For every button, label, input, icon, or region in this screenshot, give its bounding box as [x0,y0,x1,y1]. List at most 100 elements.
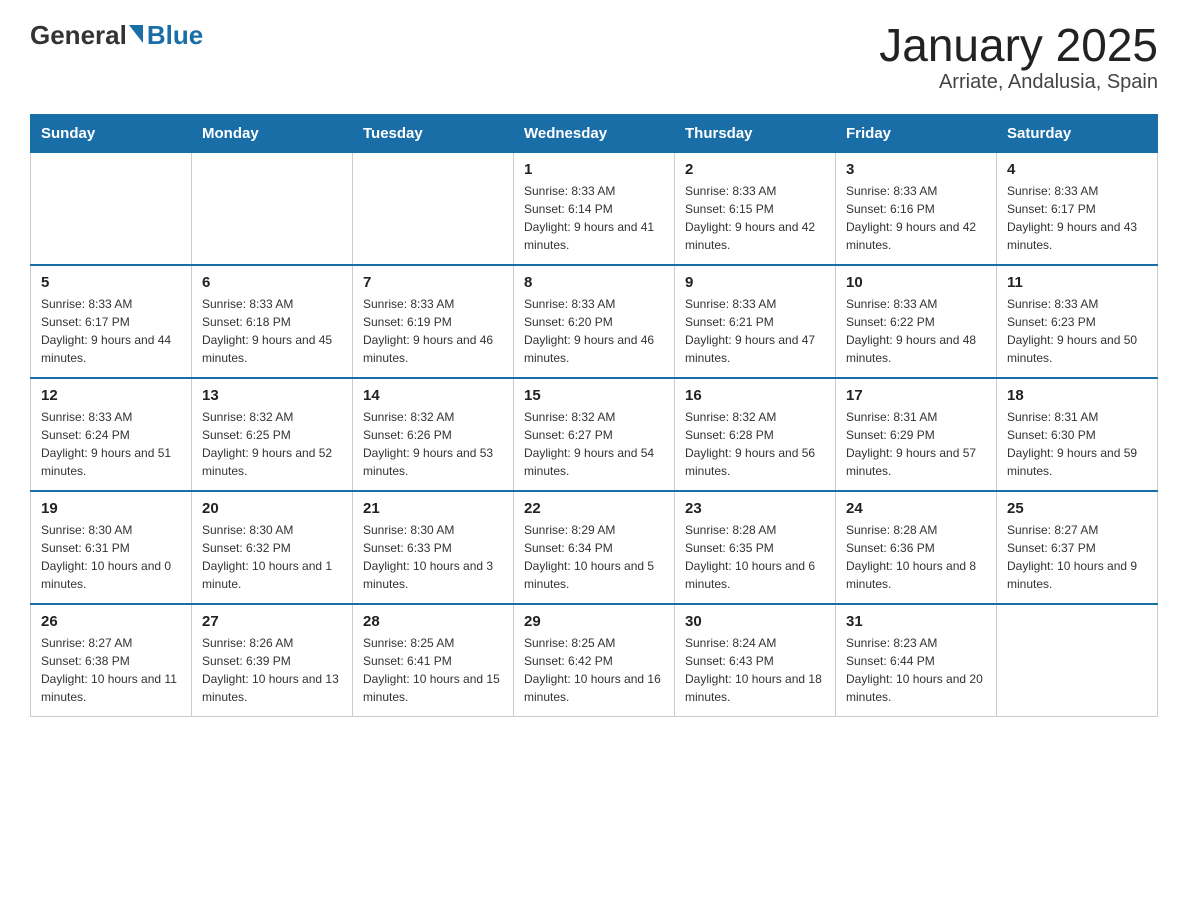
calendar-cell: 4 Sunrise: 8:33 AMSunset: 6:17 PMDaylight… [997,152,1158,265]
day-info: Sunrise: 8:33 AMSunset: 6:17 PMDaylight:… [41,295,181,367]
calendar-cell: 16 Sunrise: 8:32 AMSunset: 6:28 PMDayligh… [675,378,836,491]
day-number: 24 [846,500,986,517]
day-number: 21 [363,500,503,517]
weekday-header-thursday: Thursday [675,114,836,152]
day-info: Sunrise: 8:33 AMSunset: 6:16 PMDaylight:… [846,182,986,254]
calendar-cell: 29 Sunrise: 8:25 AMSunset: 6:42 PMDayligh… [514,604,675,717]
calendar-cell: 27Sunrise: 8:26 AMSunset: 6:39 PMDayligh… [192,604,353,717]
day-number: 31 [846,613,986,630]
day-info: Sunrise: 8:33 AMSunset: 6:19 PMDaylight:… [363,295,503,367]
calendar-cell: 30Sunrise: 8:24 AMSunset: 6:43 PMDayligh… [675,604,836,717]
day-info: Sunrise: 8:33 AMSunset: 6:24 PMDaylight:… [41,408,181,480]
calendar-cell: 23 Sunrise: 8:28 AMSunset: 6:35 PMDayligh… [675,491,836,604]
weekday-header-sunday: Sunday [31,114,192,152]
calendar-body: 1 Sunrise: 8:33 AMSunset: 6:14 PMDaylight… [31,152,1158,716]
calendar-cell: 17 Sunrise: 8:31 AMSunset: 6:29 PMDayligh… [836,378,997,491]
calendar-cell: 21 Sunrise: 8:30 AMSunset: 6:33 PMDayligh… [353,491,514,604]
day-info: Sunrise: 8:28 AMSunset: 6:35 PMDaylight:… [685,521,825,593]
week-row-4: 19Sunrise: 8:30 AMSunset: 6:31 PMDayligh… [31,491,1158,604]
day-number: 23 [685,500,825,517]
logo: General Blue [30,20,203,51]
day-number: 29 [524,613,664,630]
day-number: 14 [363,387,503,404]
day-info: Sunrise: 8:32 AMSunset: 6:28 PMDaylight:… [685,408,825,480]
calendar-cell: 6Sunrise: 8:33 AMSunset: 6:18 PMDaylight… [192,265,353,378]
day-info: Sunrise: 8:27 AMSunset: 6:38 PMDaylight:… [41,634,181,706]
day-info: Sunrise: 8:25 AMSunset: 6:42 PMDaylight:… [524,634,664,706]
weekday-header-wednesday: Wednesday [514,114,675,152]
weekday-header-friday: Friday [836,114,997,152]
day-info: Sunrise: 8:32 AMSunset: 6:26 PMDaylight:… [363,408,503,480]
week-row-3: 12 Sunrise: 8:33 AMSunset: 6:24 PMDayligh… [31,378,1158,491]
day-number: 13 [202,387,342,404]
day-number: 26 [41,613,181,630]
day-info: Sunrise: 8:33 AMSunset: 6:17 PMDaylight:… [1007,182,1147,254]
calendar-cell: 1 Sunrise: 8:33 AMSunset: 6:14 PMDaylight… [514,152,675,265]
calendar-cell [192,152,353,265]
day-info: Sunrise: 8:23 AMSunset: 6:44 PMDaylight:… [846,634,986,706]
calendar-cell: 26 Sunrise: 8:27 AMSunset: 6:38 PMDayligh… [31,604,192,717]
week-row-2: 5Sunrise: 8:33 AMSunset: 6:17 PMDaylight… [31,265,1158,378]
calendar-cell [353,152,514,265]
day-number: 8 [524,274,664,291]
day-number: 30 [685,613,825,630]
day-number: 1 [524,161,664,178]
day-info: Sunrise: 8:31 AMSunset: 6:29 PMDaylight:… [846,408,986,480]
calendar-cell: 18Sunrise: 8:31 AMSunset: 6:30 PMDayligh… [997,378,1158,491]
weekday-header-saturday: Saturday [997,114,1158,152]
calendar-cell: 9 Sunrise: 8:33 AMSunset: 6:21 PMDaylight… [675,265,836,378]
day-number: 25 [1007,500,1147,517]
day-info: Sunrise: 8:33 AMSunset: 6:23 PMDaylight:… [1007,295,1147,367]
week-row-1: 1 Sunrise: 8:33 AMSunset: 6:14 PMDaylight… [31,152,1158,265]
calendar-cell: 2 Sunrise: 8:33 AMSunset: 6:15 PMDaylight… [675,152,836,265]
day-info: Sunrise: 8:30 AMSunset: 6:32 PMDaylight:… [202,521,342,593]
day-info: Sunrise: 8:27 AMSunset: 6:37 PMDaylight:… [1007,521,1147,593]
day-number: 17 [846,387,986,404]
day-number: 9 [685,274,825,291]
day-number: 11 [1007,274,1147,291]
day-info: Sunrise: 8:33 AMSunset: 6:21 PMDaylight:… [685,295,825,367]
calendar-cell: 28 Sunrise: 8:25 AMSunset: 6:41 PMDayligh… [353,604,514,717]
calendar-header: SundayMondayTuesdayWednesdayThursdayFrid… [31,114,1158,152]
day-number: 7 [363,274,503,291]
day-info: Sunrise: 8:33 AMSunset: 6:20 PMDaylight:… [524,295,664,367]
day-number: 6 [202,274,342,291]
weekday-header-tuesday: Tuesday [353,114,514,152]
calendar-cell: 5Sunrise: 8:33 AMSunset: 6:17 PMDaylight… [31,265,192,378]
logo-blue-text: Blue [147,20,203,51]
day-info: Sunrise: 8:32 AMSunset: 6:25 PMDaylight:… [202,408,342,480]
calendar-cell: 11 Sunrise: 8:33 AMSunset: 6:23 PMDayligh… [997,265,1158,378]
weekday-header-row: SundayMondayTuesdayWednesdayThursdayFrid… [31,114,1158,152]
calendar-cell [31,152,192,265]
day-number: 2 [685,161,825,178]
calendar-cell: 31 Sunrise: 8:23 AMSunset: 6:44 PMDayligh… [836,604,997,717]
calendar-cell: 7 Sunrise: 8:33 AMSunset: 6:19 PMDaylight… [353,265,514,378]
day-number: 28 [363,613,503,630]
day-number: 4 [1007,161,1147,178]
calendar-cell: 13 Sunrise: 8:32 AMSunset: 6:25 PMDayligh… [192,378,353,491]
title-block: January 2025 Arriate, Andalusia, Spain [879,20,1158,94]
calendar-subtitle: Arriate, Andalusia, Spain [879,71,1158,94]
day-info: Sunrise: 8:30 AMSunset: 6:31 PMDaylight:… [41,521,181,593]
day-number: 22 [524,500,664,517]
day-number: 16 [685,387,825,404]
calendar-cell: 20 Sunrise: 8:30 AMSunset: 6:32 PMDayligh… [192,491,353,604]
day-info: Sunrise: 8:30 AMSunset: 6:33 PMDaylight:… [363,521,503,593]
week-row-5: 26 Sunrise: 8:27 AMSunset: 6:38 PMDayligh… [31,604,1158,717]
day-info: Sunrise: 8:25 AMSunset: 6:41 PMDaylight:… [363,634,503,706]
calendar-cell: 12 Sunrise: 8:33 AMSunset: 6:24 PMDayligh… [31,378,192,491]
calendar-cell: 10Sunrise: 8:33 AMSunset: 6:22 PMDayligh… [836,265,997,378]
day-info: Sunrise: 8:33 AMSunset: 6:14 PMDaylight:… [524,182,664,254]
calendar-cell [997,604,1158,717]
calendar-cell: 19Sunrise: 8:30 AMSunset: 6:31 PMDayligh… [31,491,192,604]
day-number: 3 [846,161,986,178]
calendar-table: SundayMondayTuesdayWednesdayThursdayFrid… [30,114,1158,717]
page-header: General Blue January 2025 Arriate, Andal… [30,20,1158,94]
day-number: 15 [524,387,664,404]
calendar-cell: 14 Sunrise: 8:32 AMSunset: 6:26 PMDayligh… [353,378,514,491]
day-number: 20 [202,500,342,517]
calendar-cell: 3 Sunrise: 8:33 AMSunset: 6:16 PMDaylight… [836,152,997,265]
day-info: Sunrise: 8:33 AMSunset: 6:15 PMDaylight:… [685,182,825,254]
day-number: 18 [1007,387,1147,404]
day-number: 12 [41,387,181,404]
